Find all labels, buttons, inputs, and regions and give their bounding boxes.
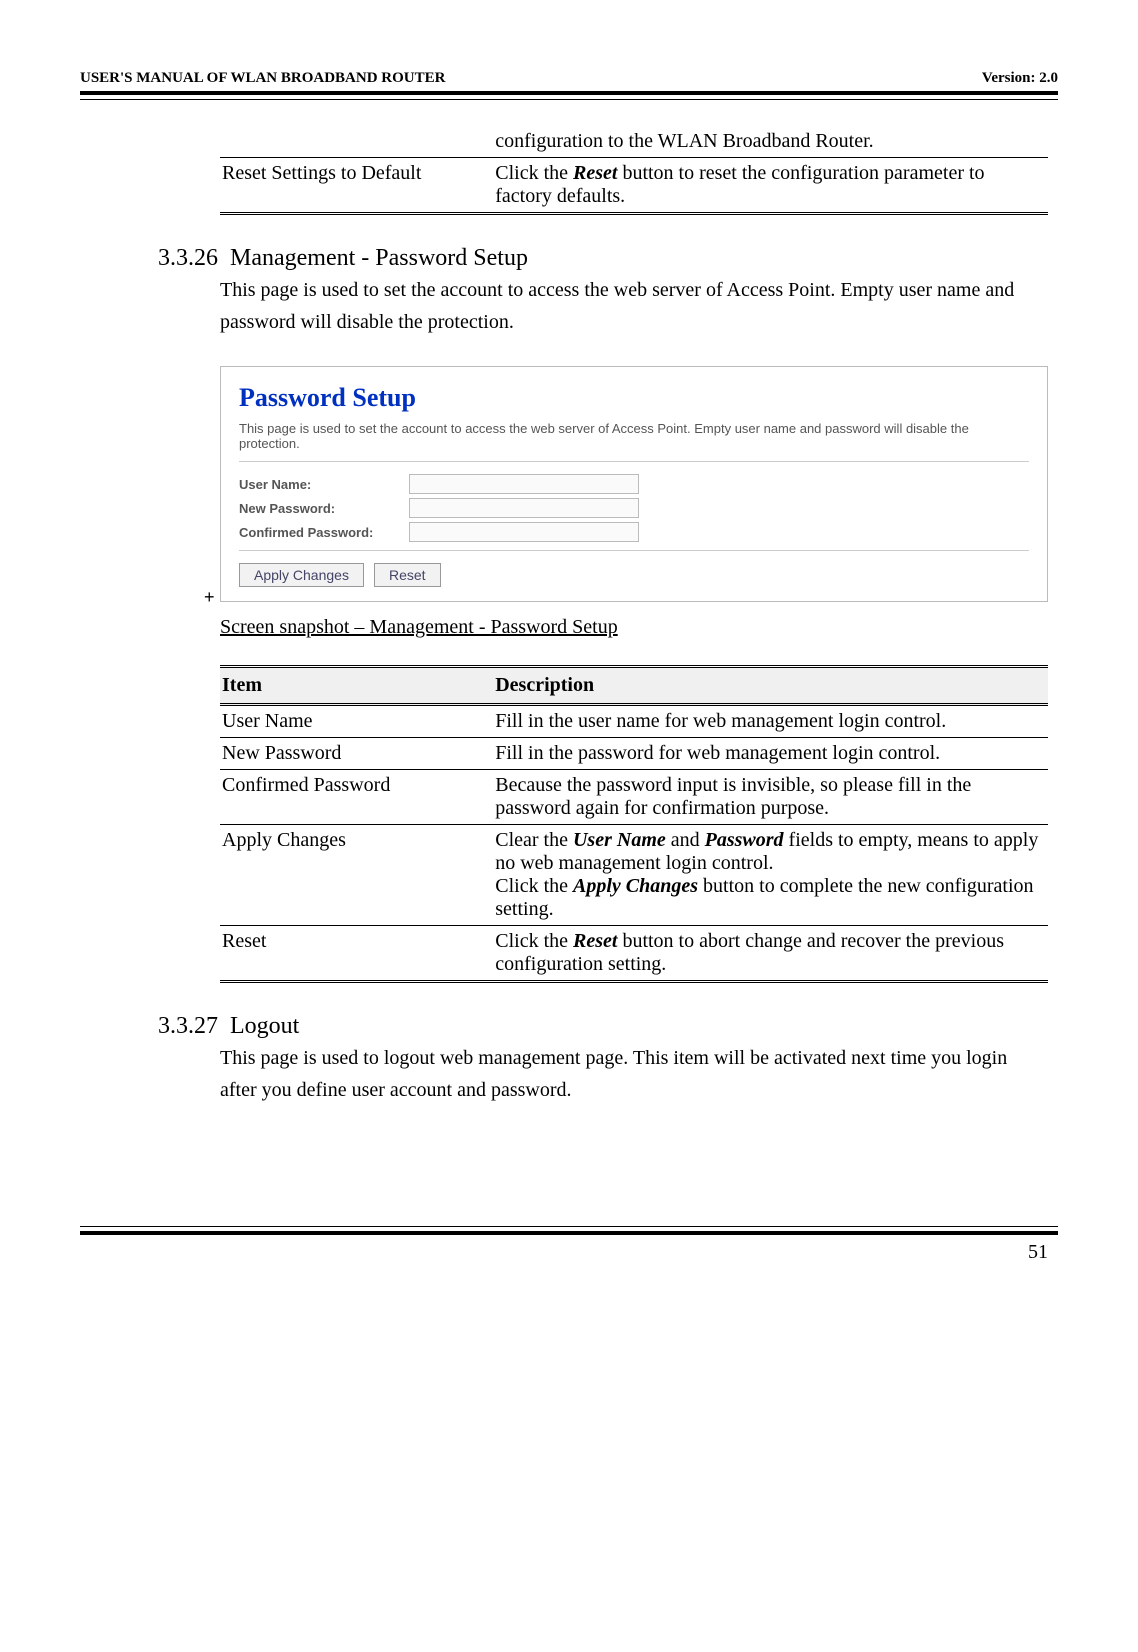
label-new-password: New Password: (239, 501, 409, 516)
cell-item: Confirmed Password (220, 770, 493, 825)
table-row: Reset Click the Reset button to abort ch… (220, 926, 1048, 982)
footer-rule (80, 1226, 1058, 1235)
top-config-table: configuration to the WLAN Broadband Rout… (220, 126, 1048, 215)
table-row: New Password Fill in the password for we… (220, 738, 1048, 770)
panel-title: Password Setup (239, 383, 1029, 413)
section-3-3-26-title: Management - Password Setup (230, 245, 528, 271)
bold-text: Password (705, 829, 784, 851)
section-3-3-27-title: Logout (230, 1013, 299, 1039)
table-row: Apply Changes Clear the User Name and Pa… (220, 825, 1048, 926)
bold-text: Apply Changes (573, 875, 698, 897)
apply-changes-button[interactable]: Apply Changes (239, 563, 364, 587)
panel-divider-2 (239, 550, 1029, 551)
top-row1-pre: Click the (495, 162, 573, 184)
reset-button[interactable]: Reset (374, 563, 441, 587)
panel-divider (239, 461, 1029, 462)
table-row: Confirmed Password Because the password … (220, 770, 1048, 825)
th-item: Item (220, 667, 493, 705)
top-row0-desc: configuration to the WLAN Broadband Rout… (493, 126, 1048, 158)
text: Clear the (495, 829, 573, 851)
password-setup-table: Item Description User Name Fill in the u… (220, 665, 1048, 983)
label-user-name: User Name: (239, 477, 409, 492)
table-row: User Name Fill in the user name for web … (220, 705, 1048, 738)
user-name-input[interactable] (409, 474, 639, 494)
new-password-input[interactable] (409, 498, 639, 518)
cell-desc: Fill in the user name for web management… (493, 705, 1048, 738)
section-3-3-26-heading: 3.3.26 Management - Password Setup (158, 245, 1048, 272)
top-row1-desc: Click the Reset button to reset the conf… (493, 158, 1048, 214)
cell-desc: Because the password input is invisible,… (493, 770, 1048, 825)
screenshot-caption: Screen snapshot – Management - Password … (220, 616, 1048, 639)
top-row1-bold: Reset (573, 162, 617, 184)
top-row1-item: Reset Settings to Default (220, 158, 493, 214)
text: Click the (495, 875, 573, 897)
cell-item: New Password (220, 738, 493, 770)
cell-item: User Name (220, 705, 493, 738)
top-row0-item (220, 126, 493, 158)
label-confirmed-password: Confirmed Password: (239, 525, 409, 540)
plus-mark-icon: + (204, 587, 215, 608)
cell-desc: Click the Reset button to abort change a… (493, 926, 1048, 982)
th-description: Description (493, 667, 1048, 705)
password-setup-screenshot: + Password Setup This page is used to se… (220, 366, 1048, 602)
confirmed-password-input[interactable] (409, 522, 639, 542)
section-3-3-27-heading: 3.3.27 Logout (158, 1013, 1048, 1040)
header-right: Version: 2.0 (982, 70, 1058, 87)
bold-text: User Name (573, 829, 666, 851)
cell-item: Reset (220, 926, 493, 982)
header-left: USER'S MANUAL OF WLAN BROADBAND ROUTER (80, 70, 445, 87)
text: Click the (495, 930, 573, 952)
password-setup-panel: Password Setup This page is used to set … (220, 366, 1048, 602)
section-3-3-27-num: 3.3.27 (158, 1013, 218, 1040)
section-3-3-26-num: 3.3.26 (158, 245, 218, 272)
bold-text: Reset (573, 930, 617, 952)
cell-item: Apply Changes (220, 825, 493, 926)
text: and (666, 829, 705, 851)
cell-desc: Clear the User Name and Password fields … (493, 825, 1048, 926)
section-3-3-27-body: This page is used to logout web manageme… (220, 1042, 1048, 1106)
page-header: USER'S MANUAL OF WLAN BROADBAND ROUTER V… (80, 70, 1058, 87)
section-3-3-26-body: This page is used to set the account to … (220, 274, 1048, 338)
panel-desc: This page is used to set the account to … (239, 421, 1029, 451)
page-number: 51 (80, 1241, 1058, 1264)
header-rule (80, 91, 1058, 100)
cell-desc: Fill in the password for web management … (493, 738, 1048, 770)
